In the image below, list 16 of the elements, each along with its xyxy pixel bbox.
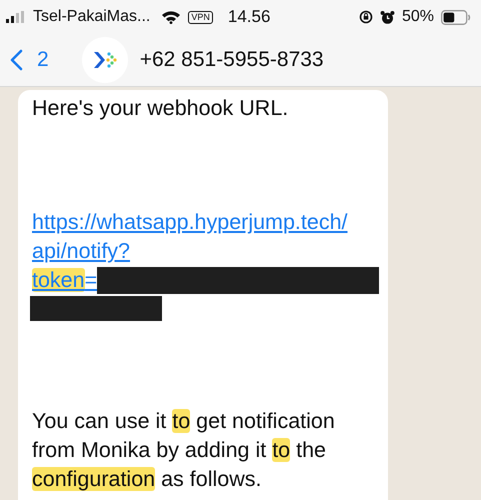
back-button[interactable]: 2 <box>0 48 49 72</box>
alarm-icon <box>380 10 395 24</box>
wifi-icon <box>161 10 182 24</box>
rotation-lock-icon <box>358 10 373 24</box>
vpn-badge: VPN <box>188 10 213 24</box>
battery-icon <box>441 10 471 24</box>
clock: 14.56 <box>228 7 270 27</box>
battery-percent: 50% <box>402 8 434 26</box>
message-text: You can use it to get notification from Monika by adding it to the configuration as follows. <box>32 408 336 493</box>
contact-name[interactable]: +62 851-5955-8733 <box>140 48 324 72</box>
carrier-name: Tsel-PakaiMas... <box>33 8 150 26</box>
back-icon[interactable] <box>10 49 23 71</box>
message-text: Here's your webhook URL. <box>32 95 290 122</box>
contact-avatar[interactable] <box>82 37 128 83</box>
signal-icon <box>6 11 26 23</box>
webhook-link[interactable]: https://whatsapp.hyperjump.tech/ api/notify? token= <box>32 208 348 295</box>
